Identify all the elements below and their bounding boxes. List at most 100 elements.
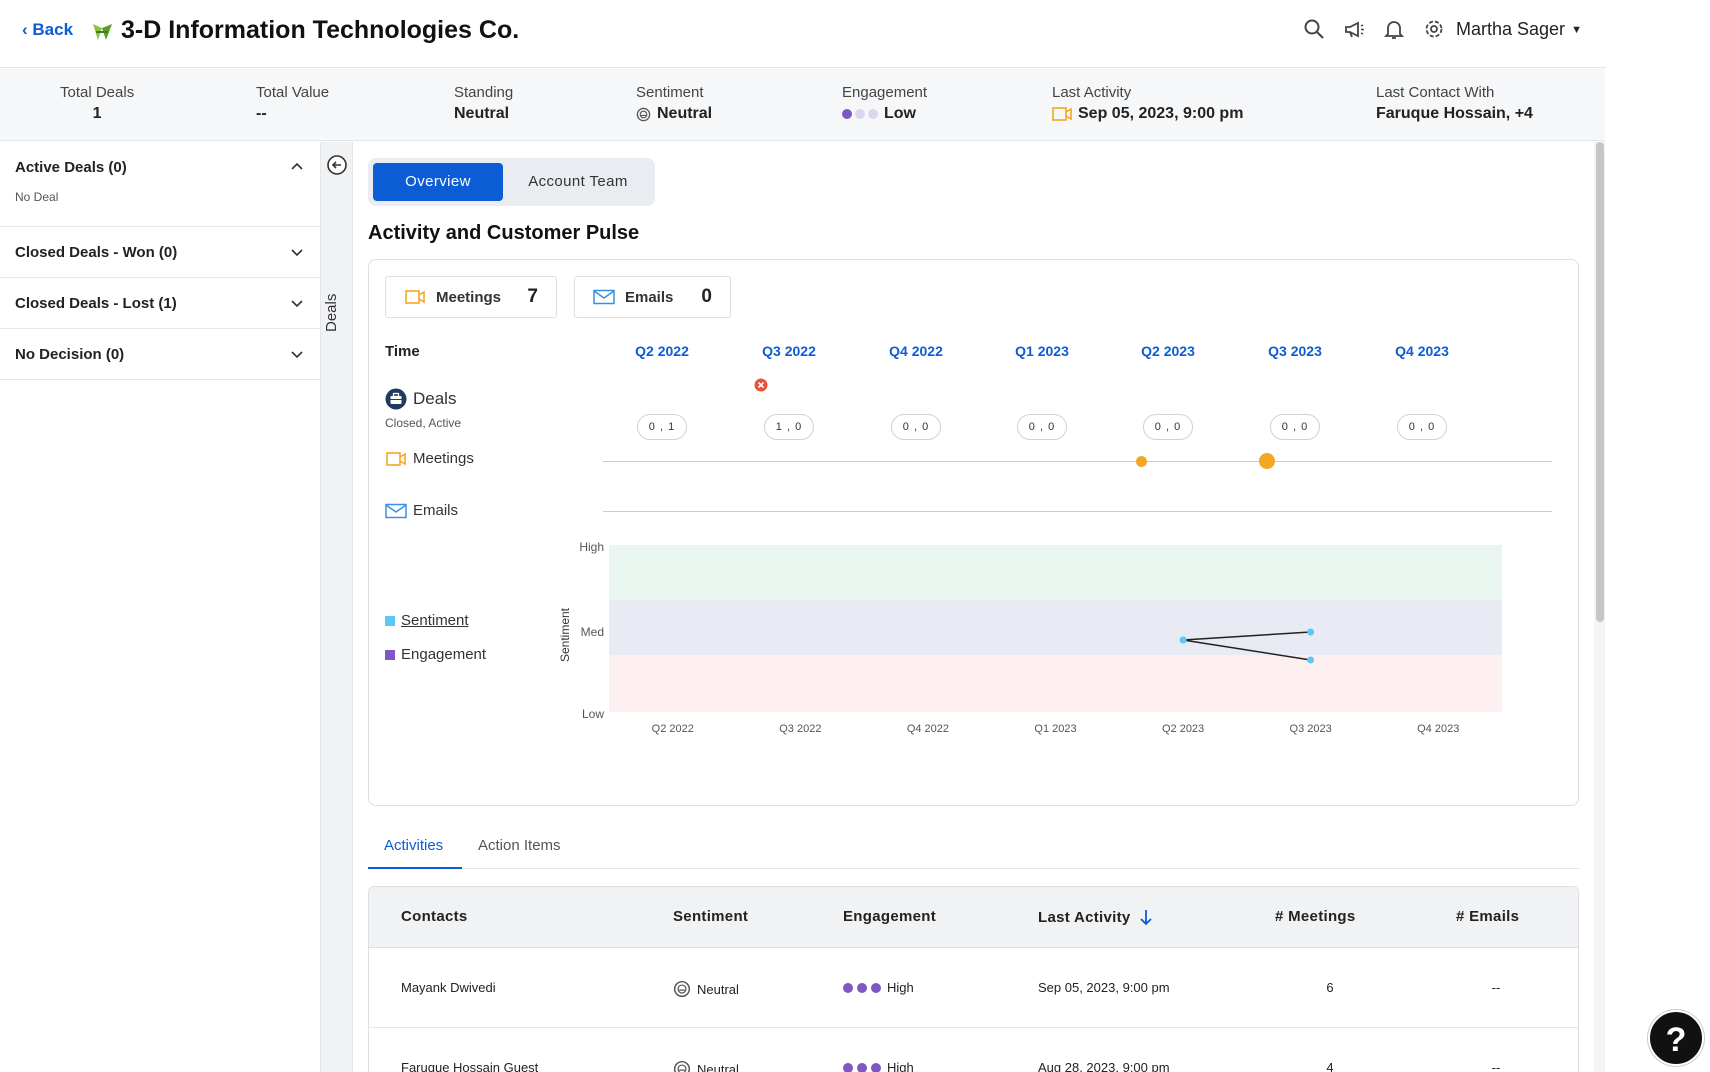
cell-text: Sep 05, 2023, 9:00 pm	[1038, 980, 1170, 995]
last-activity-label: Last Activity	[1052, 84, 1132, 101]
tab-overview[interactable]: Overview	[373, 163, 503, 201]
cell-text: High	[887, 980, 914, 995]
briefcase-icon	[385, 388, 407, 410]
engagement-dot	[842, 109, 852, 119]
summary-sentiment: Sentiment Neutral	[636, 84, 712, 123]
series-point-sentiment[interactable]	[1307, 628, 1315, 636]
help-button[interactable]: ?	[1648, 1010, 1704, 1066]
cell-last-activity: Sep 05, 2023, 9:00 pm	[1038, 980, 1170, 995]
meetings-stat-button[interactable]: Meetings 7	[385, 276, 557, 318]
emails-stat-button[interactable]: Emails 0	[574, 276, 731, 318]
activity-tabs: Activities Action Items	[368, 827, 1579, 869]
col-last-activity[interactable]: Last Activity	[1038, 908, 1153, 926]
series-point-engagement[interactable]	[1307, 656, 1315, 664]
y-tick-label: Low	[582, 707, 604, 721]
sidebar-section-closed-won[interactable]: Closed Deals - Won (0)	[0, 227, 320, 278]
deal-count-pill[interactable]: 0 , 0	[1270, 414, 1320, 440]
legend-sentiment[interactable]: Sentiment	[385, 612, 469, 629]
deal-count-pill[interactable]: 0 , 0	[1017, 414, 1067, 440]
deal-count-pill[interactable]: 1 , 0	[764, 414, 814, 440]
cell-engagement: High	[843, 980, 914, 995]
sidebar-section-no-decision[interactable]: No Decision (0)	[0, 329, 320, 380]
chevron-down-icon[interactable]	[290, 347, 304, 361]
envelope-icon	[593, 289, 615, 305]
emails-stat-label: Emails	[625, 288, 674, 306]
bell-icon[interactable]	[1383, 18, 1405, 40]
engagement-dot	[843, 1062, 853, 1072]
high-band	[609, 545, 1502, 600]
tab-account-team[interactable]: Account Team	[508, 163, 648, 201]
sentiment-chart: Low Med High Sentiment Q2 2022 Q3 2022 Q4 2022…	[559, 540, 1502, 735]
gear-icon[interactable]	[1423, 18, 1445, 40]
chevron-down-icon[interactable]	[290, 296, 304, 310]
meetings-row-text: Meetings	[413, 450, 474, 467]
y-axis-label: Sentiment	[559, 607, 572, 662]
search-icon[interactable]	[1303, 18, 1325, 40]
cell-last-activity: Aug 28, 2023, 9:00 pm	[1038, 1060, 1170, 1072]
total-value-label: Total Value	[256, 84, 330, 101]
meetings-timeline	[603, 461, 1552, 462]
y-tick-label: High	[579, 540, 604, 554]
col-engagement[interactable]: Engagement	[843, 908, 936, 925]
chevron-down-icon[interactable]	[290, 245, 304, 259]
back-button[interactable]: ‹ Back	[22, 20, 73, 40]
active-tab-underline	[368, 867, 462, 869]
app-window: ‹ Back 3-D Information Technologies Co. …	[0, 0, 1605, 1072]
summary-last-activity: Last Activity Sep 05, 2023, 9:00 pm	[1052, 84, 1243, 123]
tab-action-items[interactable]: Action Items	[478, 837, 561, 854]
quarter-header: Q3 2023	[1268, 343, 1322, 359]
cell-text: Mayank Dwivedi	[401, 980, 496, 995]
chevron-up-icon[interactable]	[290, 160, 304, 174]
sort-arrow-down-icon[interactable]	[1139, 908, 1153, 926]
table-row[interactable]: Mayank Dwivedi Neutral High Sep 05, 2023, 9…	[369, 948, 1578, 1028]
legend-engagement[interactable]: Engagement	[385, 646, 486, 663]
series-point-engagement[interactable]	[1179, 636, 1187, 644]
last-contact-value[interactable]: Faruque Hossain, +4	[1376, 105, 1533, 123]
x-tick-label: Q2 2022	[652, 723, 694, 735]
col-contacts[interactable]: Contacts	[401, 908, 468, 925]
header-icons	[1303, 18, 1445, 40]
engagement-dots	[843, 982, 881, 993]
meeting-marker-q2-2023[interactable]	[1136, 456, 1147, 467]
sidebar-section-active-deals[interactable]: Active Deals (0) No Deal	[0, 142, 320, 227]
col-sentiment[interactable]: Sentiment	[673, 908, 748, 925]
quarter-header: Q3 2022	[762, 343, 816, 359]
cell-text: Faruque Hossain Guest	[401, 1060, 539, 1072]
neutral-face-icon	[673, 980, 691, 998]
total-deals-value: 1	[92, 105, 102, 122]
standing-label: Standing	[454, 84, 514, 101]
col-meetings[interactable]: # Meetings	[1275, 908, 1356, 925]
deal-count-pill[interactable]: 0 , 0	[1397, 414, 1447, 440]
meeting-marker-q3-2023[interactable]	[1259, 453, 1275, 469]
engagement-dot	[855, 109, 865, 119]
engagement-dot	[857, 982, 867, 993]
table-row[interactable]: Faruque Hossain Guest Neutral High Aug 28, …	[369, 1028, 1578, 1072]
engagement-dots	[843, 1062, 881, 1072]
company-logo-icon	[93, 24, 112, 40]
emails-row-text: Emails	[413, 502, 459, 519]
tab-activities[interactable]: Activities	[384, 837, 443, 854]
collapse-arrow-icon[interactable]	[326, 154, 348, 176]
deal-count-pill[interactable]: 0 , 0	[891, 414, 941, 440]
legend-swatch	[385, 649, 395, 660]
cell-contact[interactable]: Mayank Dwivedi	[401, 980, 496, 995]
main-scrollbar-thumb[interactable]	[1596, 142, 1604, 622]
rail-label[interactable]: Deals	[323, 294, 340, 332]
cell-emails: --	[1456, 980, 1536, 995]
sentiment-label: Sentiment	[636, 84, 704, 101]
user-menu[interactable]: Martha Sager ▼	[1456, 19, 1582, 40]
megaphone-icon[interactable]	[1343, 18, 1365, 40]
deal-count-pill[interactable]: 0 , 1	[637, 414, 687, 440]
closed-deal-lost-icon[interactable]	[754, 378, 768, 392]
sidebar-section-closed-lost[interactable]: Closed Deals - Lost (1)	[0, 278, 320, 329]
x-tick-label: Q4 2022	[907, 723, 949, 735]
col-emails[interactable]: # Emails	[1456, 908, 1519, 925]
deal-count-pill[interactable]: 0 , 0	[1143, 414, 1193, 440]
cell-emails: --	[1456, 1060, 1536, 1072]
quarter-header: Q1 2023	[1015, 343, 1069, 359]
sentiment-value: Neutral	[657, 105, 713, 122]
legend-swatch	[385, 615, 395, 626]
cell-text: High	[887, 1060, 914, 1072]
cell-contact[interactable]: Faruque Hossain Guest	[401, 1060, 538, 1072]
quarter-header: Q2 2023	[1141, 343, 1195, 359]
